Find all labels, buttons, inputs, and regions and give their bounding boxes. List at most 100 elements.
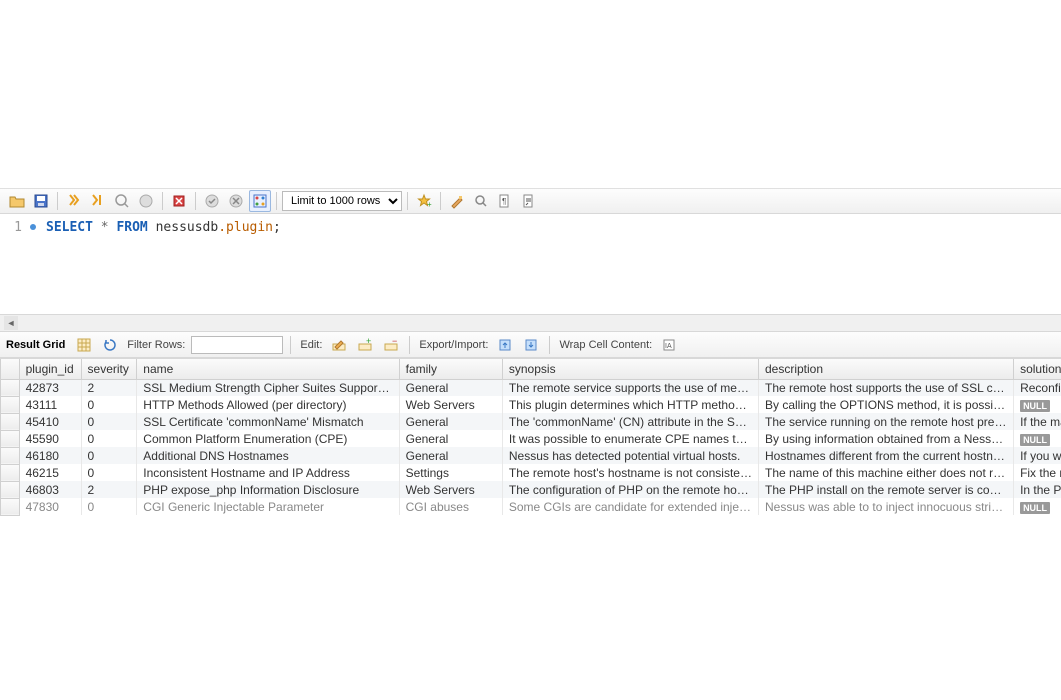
- cell-description[interactable]: The PHP install on the remote server is …: [758, 481, 1013, 498]
- cell-family[interactable]: CGI abuses: [399, 498, 502, 515]
- row-handle[interactable]: [1, 379, 20, 396]
- cell-plugin_id[interactable]: 45410: [19, 413, 81, 430]
- grid-view-icon[interactable]: [73, 334, 95, 356]
- cell-description[interactable]: Hostnames different from the current hos…: [758, 447, 1013, 464]
- row-handle[interactable]: [1, 481, 20, 498]
- cell-severity[interactable]: 2: [81, 481, 137, 498]
- explain-icon[interactable]: [111, 190, 133, 212]
- cell-family[interactable]: Settings: [399, 464, 502, 481]
- import-icon[interactable]: [520, 334, 542, 356]
- column-header[interactable]: plugin_id: [19, 359, 81, 379]
- cell-family[interactable]: General: [399, 379, 502, 396]
- add-row-icon[interactable]: +: [354, 334, 376, 356]
- result-grid[interactable]: plugin_id severity name family synopsis …: [0, 358, 1061, 516]
- scroll-left-icon[interactable]: ◄: [4, 316, 18, 330]
- wrap-cell-icon[interactable]: IA: [658, 334, 680, 356]
- cell-synopsis[interactable]: The remote service supports the use of m…: [502, 379, 758, 396]
- execute-current-icon[interactable]: [87, 190, 109, 212]
- cell-description[interactable]: By using information obtained from a Nes…: [758, 430, 1013, 447]
- limit-rows-select[interactable]: Limit to 1000 rows: [282, 191, 402, 211]
- horizontal-scrollbar[interactable]: ◄: [0, 314, 1061, 332]
- cell-name[interactable]: HTTP Methods Allowed (per directory): [137, 396, 399, 413]
- refresh-icon[interactable]: [99, 334, 121, 356]
- invisible-chars-icon[interactable]: ¶: [494, 190, 516, 212]
- cell-solution[interactable]: If you want to: [1014, 447, 1061, 464]
- open-file-icon[interactable]: [6, 190, 28, 212]
- cell-family[interactable]: General: [399, 413, 502, 430]
- row-handle[interactable]: [1, 498, 20, 515]
- cell-solution[interactable]: NULL: [1014, 396, 1061, 413]
- autocommit-icon[interactable]: [249, 190, 271, 212]
- favorite-icon[interactable]: +: [413, 190, 435, 212]
- cell-synopsis[interactable]: Some CGIs are candidate for extended inj…: [502, 498, 758, 515]
- cell-plugin_id[interactable]: 42873: [19, 379, 81, 396]
- edit-row-icon[interactable]: [328, 334, 350, 356]
- cell-synopsis[interactable]: The configuration of PHP on the remote h…: [502, 481, 758, 498]
- cell-severity[interactable]: 0: [81, 498, 137, 515]
- cell-name[interactable]: Inconsistent Hostname and IP Address: [137, 464, 399, 481]
- table-row[interactable]: 431110HTTP Methods Allowed (per director…: [1, 396, 1061, 413]
- cell-synopsis[interactable]: The 'commonName' (CN) attribute in the S…: [502, 413, 758, 430]
- cell-solution[interactable]: NULL: [1014, 498, 1061, 515]
- cell-plugin_id[interactable]: 43111: [19, 396, 81, 413]
- cell-synopsis[interactable]: It was possible to enumerate CPE names t…: [502, 430, 758, 447]
- cell-solution[interactable]: Fix the reverse: [1014, 464, 1061, 481]
- cell-severity[interactable]: 2: [81, 379, 137, 396]
- row-handle[interactable]: [1, 413, 20, 430]
- cell-severity[interactable]: 0: [81, 413, 137, 430]
- cell-description[interactable]: The name of this machine either does not…: [758, 464, 1013, 481]
- column-header[interactable]: severity: [81, 359, 137, 379]
- table-row[interactable]: 455900Common Platform Enumeration (CPE)G…: [1, 430, 1061, 447]
- execute-icon[interactable]: [63, 190, 85, 212]
- cell-solution[interactable]: If the machine: [1014, 413, 1061, 430]
- row-handle[interactable]: [1, 396, 20, 413]
- row-handle[interactable]: [1, 430, 20, 447]
- cell-family[interactable]: Web Servers: [399, 481, 502, 498]
- table-row[interactable]: 468032PHP expose_php Information Disclos…: [1, 481, 1061, 498]
- cell-family[interactable]: General: [399, 430, 502, 447]
- cell-severity[interactable]: 0: [81, 464, 137, 481]
- cell-synopsis[interactable]: This plugin determines which HTTP method…: [502, 396, 758, 413]
- cell-name[interactable]: Common Platform Enumeration (CPE): [137, 430, 399, 447]
- commit-icon[interactable]: [201, 190, 223, 212]
- cell-solution[interactable]: In the PHP con: [1014, 481, 1061, 498]
- save-icon[interactable]: [30, 190, 52, 212]
- stop-on-error-icon[interactable]: [168, 190, 190, 212]
- cell-name[interactable]: SSL Medium Strength Cipher Suites Suppor…: [137, 379, 399, 396]
- table-row[interactable]: 462150Inconsistent Hostname and IP Addre…: [1, 464, 1061, 481]
- column-header[interactable]: description: [758, 359, 1013, 379]
- sql-editor[interactable]: 1 SELECT * FROM nessusdb . plugin ;: [0, 214, 1061, 314]
- column-header[interactable]: synopsis: [502, 359, 758, 379]
- cell-severity[interactable]: 0: [81, 447, 137, 464]
- table-row[interactable]: 454100SSL Certificate 'commonName' Misma…: [1, 413, 1061, 430]
- column-header[interactable]: family: [399, 359, 502, 379]
- cell-name[interactable]: Additional DNS Hostnames: [137, 447, 399, 464]
- cell-plugin_id[interactable]: 47830: [19, 498, 81, 515]
- cell-description[interactable]: The service running on the remote host p…: [758, 413, 1013, 430]
- cell-name[interactable]: SSL Certificate 'commonName' Mismatch: [137, 413, 399, 430]
- cell-name[interactable]: PHP expose_php Information Disclosure: [137, 481, 399, 498]
- cell-plugin_id[interactable]: 46803: [19, 481, 81, 498]
- table-row[interactable]: 461800Additional DNS HostnamesGeneralNes…: [1, 447, 1061, 464]
- cell-severity[interactable]: 0: [81, 396, 137, 413]
- table-row[interactable]: 428732SSL Medium Strength Cipher Suites …: [1, 379, 1061, 396]
- row-handle[interactable]: [1, 447, 20, 464]
- beautify-icon[interactable]: [446, 190, 468, 212]
- wrap-lines-icon[interactable]: [518, 190, 540, 212]
- cell-synopsis[interactable]: Nessus has detected potential virtual ho…: [502, 447, 758, 464]
- cell-plugin_id[interactable]: 46180: [19, 447, 81, 464]
- cell-plugin_id[interactable]: 46215: [19, 464, 81, 481]
- cell-synopsis[interactable]: The remote host's hostname is not consis…: [502, 464, 758, 481]
- cell-family[interactable]: Web Servers: [399, 396, 502, 413]
- rollback-icon[interactable]: [225, 190, 247, 212]
- find-replace-icon[interactable]: [470, 190, 492, 212]
- table-row[interactable]: 478300CGI Generic Injectable ParameterCG…: [1, 498, 1061, 515]
- cell-description[interactable]: Nessus was able to to inject innocuous s…: [758, 498, 1013, 515]
- cell-severity[interactable]: 0: [81, 430, 137, 447]
- cell-family[interactable]: General: [399, 447, 502, 464]
- cell-name[interactable]: CGI Generic Injectable Parameter: [137, 498, 399, 515]
- cell-description[interactable]: The remote host supports the use of SSL …: [758, 379, 1013, 396]
- delete-row-icon[interactable]: −: [380, 334, 402, 356]
- cell-solution[interactable]: NULL: [1014, 430, 1061, 447]
- filter-rows-input[interactable]: [191, 336, 283, 354]
